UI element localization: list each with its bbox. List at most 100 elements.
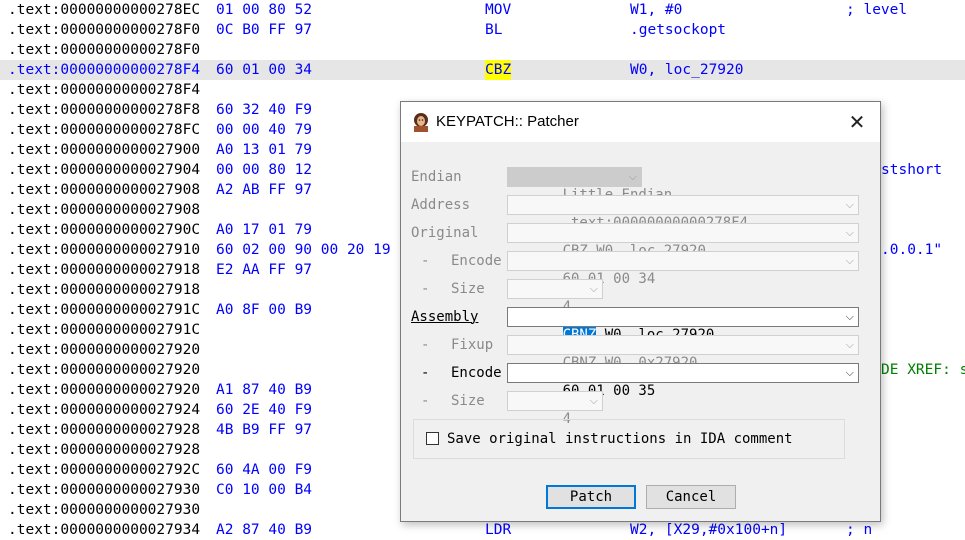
line-address: .text:0000000000027934 — [8, 522, 201, 538]
listing-line[interactable]: .text:00000000000278F4 — [0, 80, 965, 100]
line-address: .text:0000000000027910 — [8, 242, 201, 258]
line-mnemonic: CBZ — [485, 60, 512, 80]
dash-marker: - — [421, 281, 430, 297]
line-address: .text:00000000000278FC — [8, 122, 201, 138]
assembly-label: Assembly — [411, 309, 479, 325]
dash-marker: - — [421, 365, 430, 381]
line-tail-text: .0.0.1" — [881, 242, 943, 258]
line-mnemonic: MOV — [485, 2, 512, 18]
line-comment: ; n — [846, 522, 873, 538]
line-address: .text:000000000002790C — [8, 222, 201, 238]
line-bytes: A0 8F 00 B9 — [216, 302, 313, 318]
line-operands: W1, #0 — [630, 2, 683, 18]
line-address: .text:00000000000278F8 — [8, 102, 201, 118]
chevron-down-icon: ⌵ — [845, 338, 854, 351]
close-icon[interactable]: ✕ — [842, 108, 872, 136]
chevron-down-icon: ⌵ — [589, 282, 598, 295]
line-tail-text: stshort — [881, 162, 943, 178]
size-select[interactable]: 4 ⌵ — [507, 391, 603, 427]
dialog-titlebar[interactable]: KEYPATCH:: Patcher ✕ — [401, 102, 880, 142]
line-address: .text:00000000000278EC — [8, 2, 201, 18]
line-bytes: 0C B0 FF 97 — [216, 22, 313, 38]
endian-select[interactable]: Little Endian ⌵ — [507, 167, 672, 203]
address-select[interactable]: .text:00000000000278F4 ⌵ — [507, 195, 859, 231]
original-encode-select[interactable]: 60 01 00 34 ⌵ — [507, 251, 859, 287]
line-mnemonic: BL — [485, 22, 503, 38]
listing-line[interactable]: .text:00000000000278EC 01 00 80 52 MOV W1, … — [0, 0, 965, 20]
line-operands: W2, [X29,#0x100+n] — [630, 522, 788, 538]
line-bytes: A0 13 01 79 — [216, 142, 313, 158]
listing-line[interactable]: .text:00000000000278F0 0C B0 FF 97 BL .gets… — [0, 20, 965, 40]
line-address: .text:0000000000027920 — [8, 362, 201, 378]
line-address: .text:00000000000278F4 — [8, 62, 201, 78]
line-address: .text:000000000002791C — [8, 322, 201, 338]
line-address: .text:000000000002792C — [8, 462, 201, 478]
line-bytes: 00 00 40 79 — [216, 122, 313, 138]
listing-line[interactable]: .text:0000000000027934 A2 87 40 B9 LDR W2, … — [0, 520, 965, 540]
cancel-button[interactable]: Cancel — [646, 485, 736, 509]
line-address: .text:000000000002791C — [8, 302, 201, 318]
listing-line[interactable]: .text:00000000000278F0 — [0, 40, 965, 60]
line-bytes: E2 AA FF 97 — [216, 262, 313, 278]
dash-marker: - — [421, 253, 430, 269]
original-size-select[interactable]: 4 ⌵ — [507, 279, 603, 315]
dash-marker: - — [421, 393, 430, 409]
original-select[interactable]: CBZ W0, loc_27920 ⌵ — [507, 223, 859, 259]
line-bytes: 60 32 40 F9 — [216, 102, 313, 118]
keypatch-dialog: KEYPATCH:: Patcher ✕ Endian Little Endia… — [400, 101, 881, 522]
line-bytes: 00 00 80 12 — [216, 162, 313, 178]
original-label: Original — [411, 225, 479, 241]
line-address: .text:00000000000278F0 — [8, 22, 201, 38]
original-size-label: Size — [451, 281, 485, 297]
line-address: .text:00000000000278F4 — [8, 82, 201, 98]
line-address: .text:0000000000027918 — [8, 282, 201, 298]
chevron-down-icon: ⌵ — [845, 254, 854, 267]
line-tail-text: DE XREF: s — [881, 362, 965, 378]
endian-label: Endian — [411, 169, 462, 185]
line-bytes: 4B B9 FF 97 — [216, 422, 313, 438]
line-address: .text:0000000000027920 — [8, 382, 201, 398]
line-bytes: A2 AB FF 97 — [216, 182, 313, 198]
line-address: .text:0000000000027908 — [8, 182, 201, 198]
original-encode-label: Encode — [451, 253, 502, 269]
line-address: .text:0000000000027900 — [8, 142, 201, 158]
listing-line[interactable]: .text:00000000000278F4 60 01 00 34 CBZ W0, … — [0, 60, 965, 80]
line-bytes: 60 2E 40 F9 — [216, 402, 313, 418]
line-mnemonic: LDR — [485, 522, 512, 538]
line-address: .text:00000000000278F0 — [8, 42, 201, 58]
line-address: .text:0000000000027924 — [8, 402, 201, 418]
line-bytes: A0 17 01 79 — [216, 222, 313, 238]
fixup-label: Fixup — [451, 337, 494, 353]
assembly-input[interactable]: CBNZ W0, loc_27920 ⌵ — [507, 307, 859, 343]
line-operands: W0, loc_27920 — [630, 62, 744, 78]
patch-button[interactable]: Patch — [546, 485, 636, 509]
line-address: .text:0000000000027908 — [8, 202, 201, 218]
fixup-select[interactable]: CBNZ W0, 0x27920 ⌵ — [507, 335, 859, 371]
line-address: .text:0000000000027930 — [8, 502, 201, 518]
chevron-down-icon: ⌵ — [845, 366, 854, 379]
chevron-down-icon: ⌵ — [628, 170, 637, 183]
chevron-down-icon: ⌵ — [845, 226, 854, 239]
line-comment: ; level — [846, 2, 908, 18]
line-bytes: C0 10 00 B4 — [216, 482, 313, 498]
address-label: Address — [411, 197, 471, 213]
line-bytes: A1 87 40 B9 — [216, 382, 313, 398]
save-original-checkbox[interactable] — [426, 432, 439, 445]
line-bytes: 60 01 00 34 — [216, 62, 313, 78]
size-label: Size — [451, 393, 485, 409]
line-address: .text:0000000000027928 — [8, 442, 201, 458]
encode-select[interactable]: 60 01 00 35 ⌵ — [507, 363, 859, 399]
line-bytes: 01 00 80 52 — [216, 2, 313, 18]
encode-label: Encode — [451, 365, 502, 381]
line-bytes: 60 4A 00 F9 — [216, 462, 313, 478]
save-original-label[interactable]: Save original instructions in IDA commen… — [447, 429, 793, 449]
line-address: .text:0000000000027930 — [8, 482, 201, 498]
chevron-down-icon: ⌵ — [845, 198, 854, 211]
save-original-group: Save original instructions in IDA commen… — [413, 419, 845, 459]
line-address: .text:0000000000027920 — [8, 342, 201, 358]
dash-marker: - — [421, 337, 430, 353]
line-address: .text:0000000000027918 — [8, 262, 201, 278]
keypatch-app-icon — [411, 112, 431, 132]
chevron-down-icon[interactable]: ⌵ — [846, 308, 854, 326]
line-address: .text:0000000000027928 — [8, 422, 201, 438]
